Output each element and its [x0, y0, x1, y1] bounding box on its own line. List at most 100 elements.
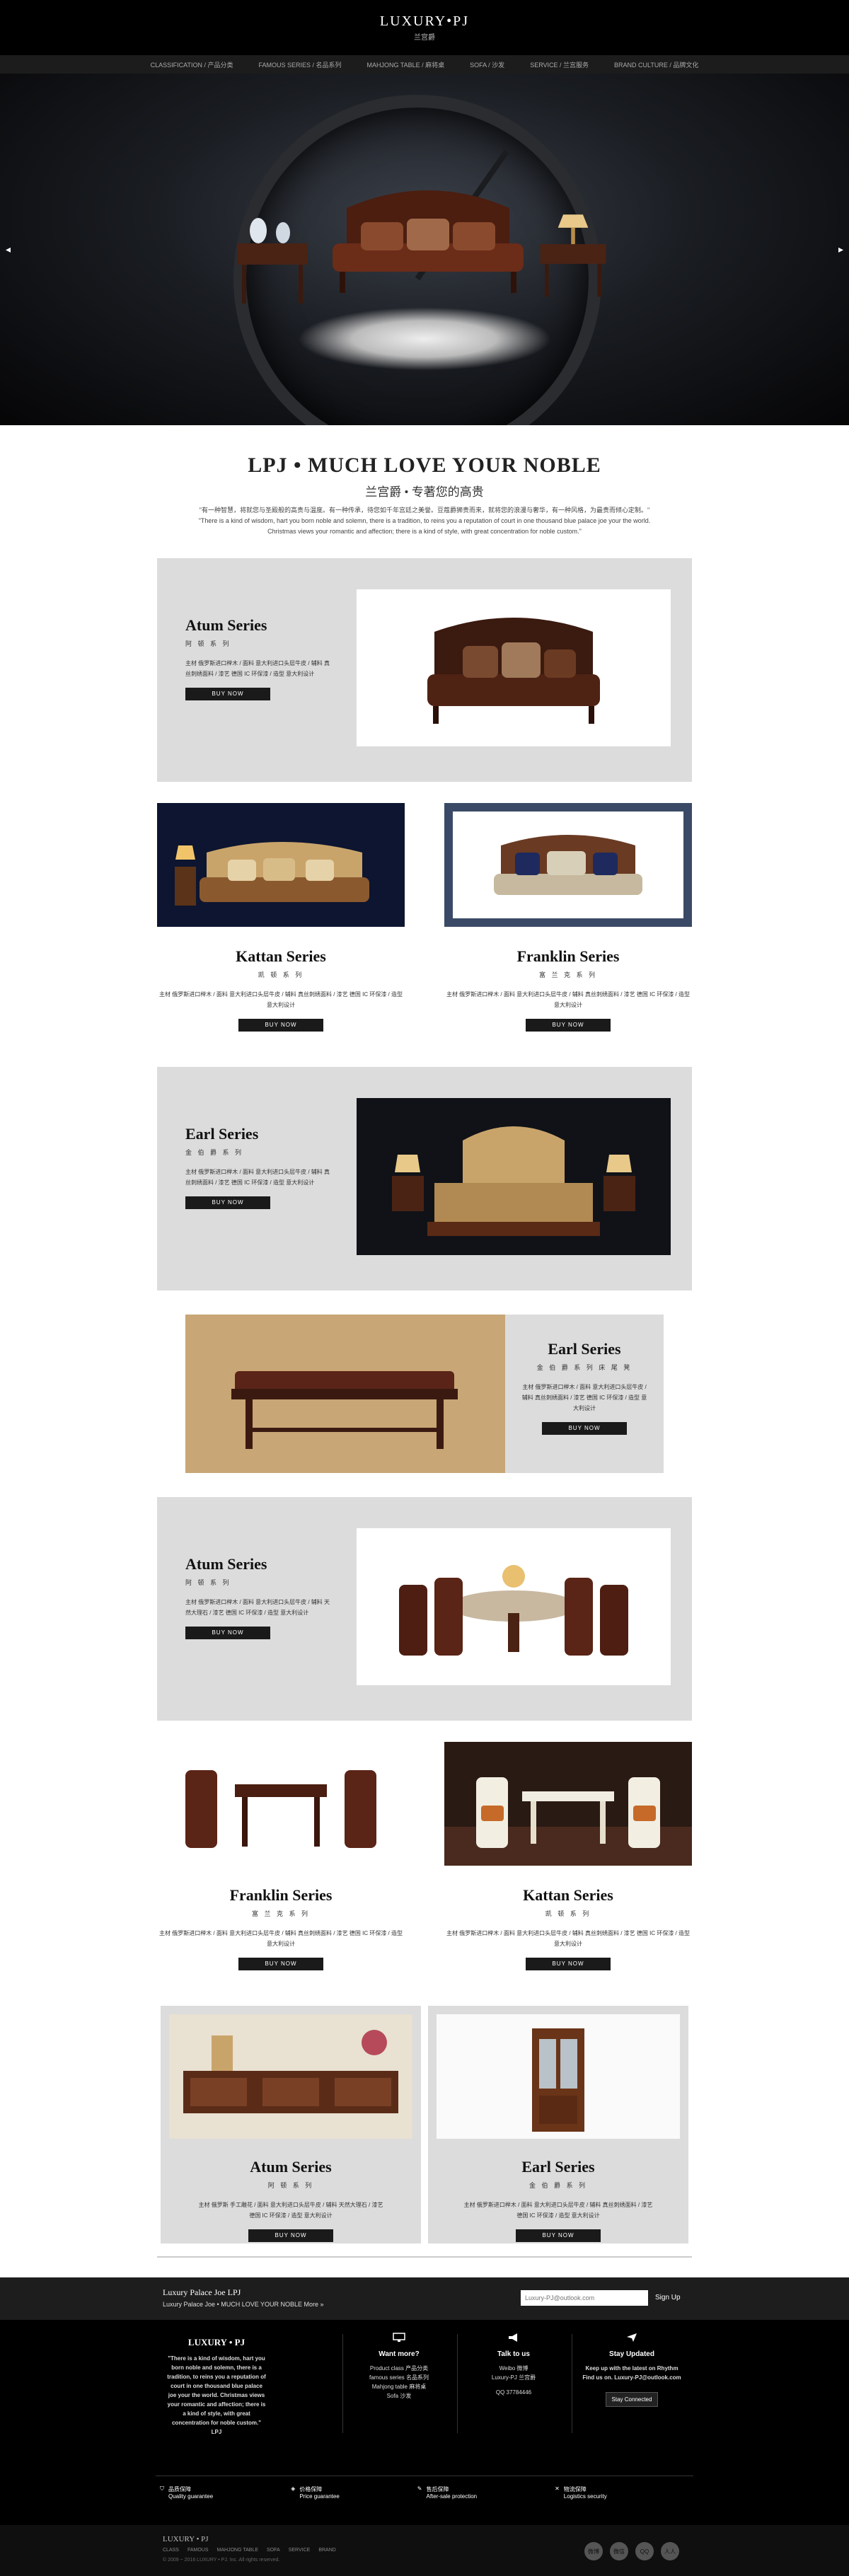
footer-link[interactable]: QQ 37784446 [464, 2388, 563, 2397]
guarantee-cn: 物流保障 [563, 2486, 587, 2493]
series-description: 主材 俄罗斯进口榉木 / 面料 意大利进口头层牛皮 / 辅料 真丝刺绣面料 / … [521, 1384, 647, 1411]
product-image-bench[interactable] [185, 1315, 505, 1473]
wechat-icon[interactable]: 微信 [610, 2542, 628, 2560]
series-title: Atum Series [250, 2158, 332, 2176]
series-title: Kattan Series [236, 947, 326, 965]
product-image-tv-cabinet[interactable] [169, 2014, 412, 2139]
hero-next-arrow-icon[interactable]: ▸ [838, 243, 843, 255]
nav-item-service[interactable]: SERVICE / 兰宫服务 [530, 60, 589, 69]
series-title: Earl Series [521, 2158, 595, 2176]
buy-now-button[interactable]: BUY NOW [526, 1958, 611, 1970]
buy-now-button[interactable]: BUY NOW [248, 2229, 333, 2242]
hero-prev-arrow-icon[interactable]: ◂ [6, 243, 11, 255]
product-image-kattan-dining[interactable] [444, 1742, 692, 1866]
tag-icon: ◈ [291, 2485, 296, 2492]
guarantee-en: Quality guarantee [168, 2493, 214, 2500]
intro-section: LPJ • MUCH LOVE YOUR NOBLE 兰宫爵 • 专著您的高贵 … [0, 425, 849, 558]
shield-icon: ⛉ [160, 2485, 164, 2492]
product-image-sofa[interactable] [357, 589, 671, 746]
footer-nav-link[interactable]: CLASS [163, 2548, 179, 2553]
guarantee-en: Logistics security [563, 2493, 607, 2500]
guarantee-item: ⛉ 品质保障 Quality guarantee [160, 2485, 213, 2500]
megaphone-icon [509, 2333, 517, 2342]
series-description: 主材 俄罗斯进口榉木 / 面料 意大利进口头层牛皮 / 辅料 真 丝刺绣面料 /… [185, 660, 330, 677]
site-logo[interactable]: LUXURY•PJ [380, 13, 469, 30]
nav-item-classification[interactable]: CLASSIFICATION / 产品分类 [151, 60, 233, 69]
footer-nav-link[interactable]: MAHJONG TABLE [217, 2548, 258, 2553]
guarantee-en: Price guarantee [299, 2493, 340, 2500]
buy-now-button[interactable]: BUY NOW [185, 1196, 270, 1209]
intro-subtitle: 兰宫爵 • 专著您的高贵 [365, 485, 484, 499]
footer-brand-text: "There is a kind of wisdom, hart you bor… [167, 2355, 266, 2435]
buy-now-button[interactable]: BUY NOW [238, 1019, 323, 1032]
stay-connected-button[interactable]: Stay Connected [605, 2392, 659, 2407]
qq-icon[interactable]: QQ [635, 2542, 654, 2560]
series-card-franklin-dining: Franklin Series 富 兰 克 系 列 主材 俄罗斯进口榉木 / 面… [157, 1742, 405, 1970]
product-image-bed[interactable] [357, 1098, 671, 1255]
buy-now-button[interactable]: BUY NOW [542, 1422, 627, 1435]
buy-now-button[interactable]: BUY NOW [185, 688, 270, 700]
series-description: 主材 俄罗斯进口榉木 / 面料 意大利进口头层牛皮 / 辅料 真丝刺绣面料 / … [158, 991, 403, 1008]
footer-link[interactable]: famous series 名品系列 [350, 2373, 449, 2382]
footer-link[interactable]: Product class 产品分类 [350, 2364, 449, 2373]
buy-now-button[interactable]: BUY NOW [526, 1019, 611, 1032]
series-text-block: Earl Series 金 伯 爵 系 列 床 尾 凳 主材 俄罗斯进口榉木 /… [505, 1315, 664, 1473]
series-subtitle: 金 伯 爵 系 列 [529, 2182, 587, 2189]
guarantee-cn: 价格保障 [299, 2486, 323, 2493]
sign-up-button[interactable]: Sign Up [655, 2294, 681, 2301]
guarantee-cn: 品质保障 [168, 2486, 191, 2493]
series-text-block: Atum Series 阿 顿 系 列 主材 俄罗斯进口榉木 / 面料 意大利进… [185, 616, 334, 700]
series-card-earl-cabinet: Earl Series 金 伯 爵 系 列 主材 俄罗斯进口榉木 / 面料 意大… [428, 2006, 688, 2243]
footer-link[interactable]: Weibo 微博 [464, 2364, 563, 2373]
series-description: 主材 俄罗斯 手工雕花 / 面料 意大利进口头层牛皮 / 辅料 天然大理石 / … [198, 2202, 383, 2219]
product-image-kattan-sofa[interactable] [157, 803, 405, 927]
email-input[interactable] [521, 2290, 648, 2306]
buy-now-button[interactable]: BUY NOW [516, 2229, 601, 2242]
series-description: 主材 俄罗斯进口榉木 / 面料 意大利进口头层牛皮 / 辅料 真丝刺绣面料 / … [446, 1930, 690, 1947]
subscribe-text[interactable]: Luxury Palace Joe • MUCH LOVE YOUR NOBLE… [163, 2301, 324, 2308]
footer-divider [342, 2334, 343, 2433]
weibo-icon[interactable]: 微博 [584, 2542, 603, 2560]
footer-nav-link[interactable]: SERVICE [289, 2548, 311, 2553]
buy-now-button[interactable]: BUY NOW [185, 1627, 270, 1639]
product-image-franklin-dining[interactable] [157, 1742, 405, 1866]
intro-text: "有一种智慧，将就您与圣殿般的高贵与温度。有一种传承，待您如千年宫廷之美誉。豆蔻… [0, 505, 849, 537]
buy-now-button[interactable]: BUY NOW [238, 1958, 323, 1970]
main-nav: CLASSIFICATION / 产品分类 FAMOUS SERIES / 名品… [0, 55, 849, 74]
footer-nav-link[interactable]: BRAND [318, 2548, 336, 2553]
series-description: 主材 俄罗斯进口榉木 / 面料 意大利进口头层牛皮 / 辅料 真丝刺绣面料 / … [463, 2202, 653, 2219]
paper-plane-icon [627, 2333, 637, 2342]
series-panel-earl-bench: Earl Series 金 伯 爵 系 列 床 尾 凳 主材 俄罗斯进口榉木 /… [185, 1315, 664, 1473]
product-image-cabinet[interactable] [437, 2014, 680, 2139]
series-subtitle: 阿 顿 系 列 [185, 640, 231, 647]
series-card-atum-tv: Atum Series 阿 顿 系 列 主材 俄罗斯 手工雕花 / 面料 意大利… [161, 2006, 421, 2243]
series-panel-earl-bed: Earl Series 金 伯 爵 系 列 主材 俄罗斯进口榉木 / 面料 意大… [157, 1067, 692, 1290]
renren-icon[interactable]: 人人 [661, 2542, 679, 2560]
footer-link[interactable]: Mahjong table 麻将桌 [350, 2382, 449, 2391]
series-text-block: Atum Series 阿 顿 系 列 主材 俄罗斯进口榉木 / 面料 意大利进… [185, 1555, 334, 1639]
footer-link[interactable]: Sofa 沙发 [350, 2391, 449, 2401]
series-pair-3: Atum Series 阿 顿 系 列 主材 俄罗斯 手工雕花 / 面料 意大利… [161, 2006, 688, 2243]
hero-side-table-left [237, 218, 308, 304]
divider [157, 2256, 692, 2258]
footer-logo[interactable]: LUXURY • PJ [163, 2535, 209, 2543]
intro-title: LPJ • MUCH LOVE YOUR NOBLE [248, 454, 601, 477]
series-subtitle: 凯 顿 系 列 [258, 971, 304, 978]
nav-item-brand-culture[interactable]: BRAND CULTURE / 品牌文化 [614, 60, 698, 69]
footer-nav-link[interactable]: SOFA [267, 2548, 280, 2553]
series-panel-atum-dining: Atum Series 阿 顿 系 列 主材 俄罗斯进口榉木 / 面料 意大利进… [157, 1497, 692, 1721]
subscribe-title: Luxury Palace Joe LPJ [163, 2287, 241, 2297]
product-image-dining-set[interactable] [357, 1528, 671, 1685]
nav-item-sofa[interactable]: SOFA / 沙发 [470, 60, 504, 69]
tools-icon: ✕ [555, 2485, 560, 2492]
guarantee-row: ⛉ 品质保障 Quality guarantee ◈ 价格保障 Price guar… [160, 2485, 607, 2500]
social-icons: 微博 微信 QQ 人人 [584, 2542, 679, 2560]
nav-item-famous-series[interactable]: FAMOUS SERIES / 名品系列 [258, 60, 341, 69]
series-description: 主材 俄罗斯进口榉木 / 面料 意大利进口头层牛皮 / 辅料 天 然大理石 / … [185, 1599, 330, 1616]
nav-item-mahjong-table[interactable]: MAHJONG TABLE / 麻将桌 [366, 60, 444, 69]
footer-nav-link[interactable]: FAMOUS [187, 2548, 209, 2553]
footer-brand-title: LUXURY • PJ [187, 2337, 246, 2347]
footer-link[interactable]: Luxury-PJ 兰宫爵 [464, 2373, 563, 2382]
product-image-franklin-sofa[interactable] [444, 803, 692, 927]
series-pair-1: Kattan Series 凯 顿 系 列 主材 俄罗斯进口榉木 / 面料 意大… [157, 803, 692, 1032]
